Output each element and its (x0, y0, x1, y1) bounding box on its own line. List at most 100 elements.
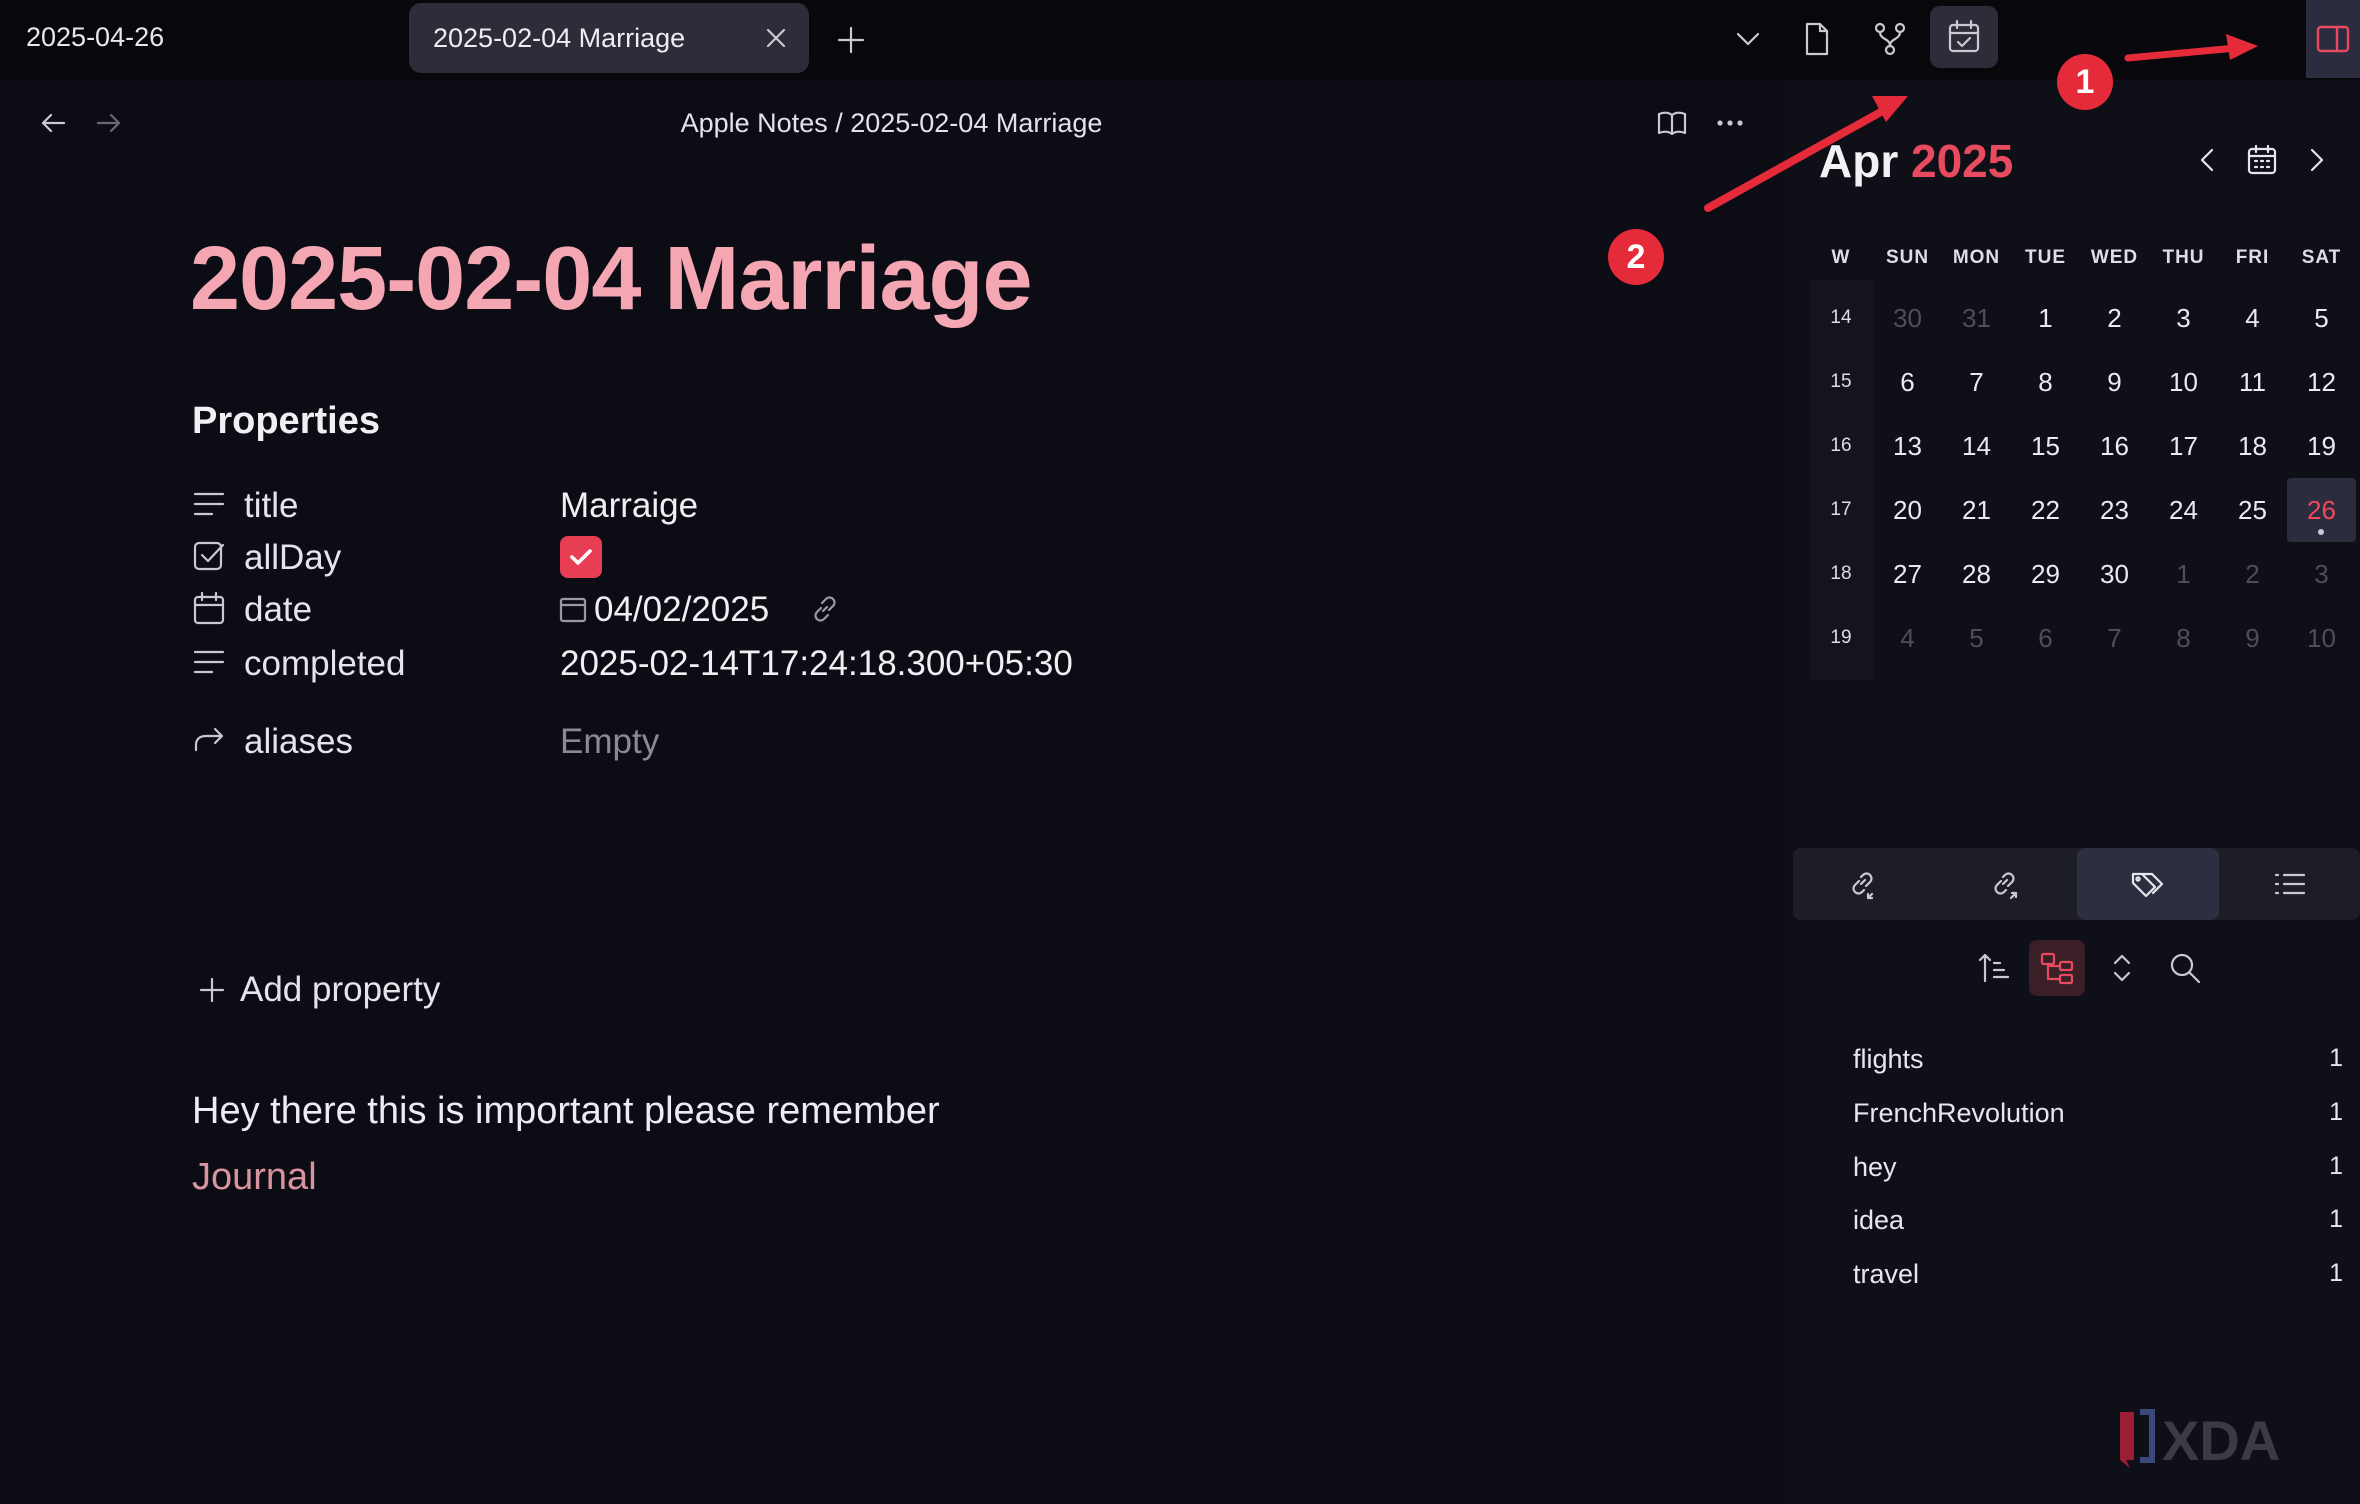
calendar-week-number[interactable]: 15 (1809, 350, 1873, 414)
calendar-day[interactable]: 28 (1942, 542, 2011, 606)
next-month-icon[interactable] (2298, 142, 2334, 178)
calendar-day[interactable]: 16 (2080, 414, 2149, 478)
calendar-week-number[interactable]: 19 (1809, 606, 1873, 670)
calendar-day[interactable]: 30 (1873, 286, 1942, 350)
calendar-day[interactable]: 14 (1942, 414, 2011, 478)
calendar-day[interactable]: 10 (2149, 350, 2218, 414)
property-key: aliases (244, 722, 353, 761)
tab-outline[interactable] (2219, 848, 2360, 920)
property-value-empty[interactable]: Empty (560, 722, 659, 762)
calendar-day[interactable]: 13 (1873, 414, 1942, 478)
calendar-day[interactable]: 10 (2287, 606, 2356, 670)
calendar-day[interactable]: 1 (2011, 286, 2080, 350)
close-icon[interactable] (761, 23, 791, 53)
tag-list-item[interactable]: FrenchRevolution 1 (1853, 1092, 2343, 1132)
calendar-day[interactable]: 19 (2287, 414, 2356, 478)
calendar-day[interactable]: 21 (1942, 478, 2011, 542)
new-tab-plus-icon[interactable] (833, 22, 869, 58)
calendar-day[interactable]: 6 (1873, 350, 1942, 414)
calendar-day[interactable]: 22 (2011, 478, 2080, 542)
tab-backlinks[interactable] (1793, 848, 1935, 920)
calendar-day[interactable]: 6 (2011, 606, 2080, 670)
tab-active-note[interactable]: 2025-02-04 Marriage (409, 3, 809, 73)
calendar-day[interactable]: 24 (2149, 478, 2218, 542)
more-options-icon[interactable] (1713, 106, 1747, 140)
link-icon[interactable] (810, 594, 840, 624)
expand-collapse-button[interactable] (2094, 940, 2150, 996)
property-row-date[interactable]: date 04/02/2025 (190, 582, 1190, 636)
tag-list-item[interactable]: idea 1 (1853, 1199, 2343, 1239)
calendar-day[interactable]: 20 (1873, 478, 1942, 542)
property-value[interactable]: 2025-02-14T17:24:18.300+05:30 (560, 644, 1073, 684)
calendar-day[interactable]: 29 (2011, 542, 2080, 606)
plus-icon (199, 977, 225, 1003)
calendar-day[interactable]: 31 (1942, 286, 2011, 350)
tag-list-item[interactable]: hey 1 (1853, 1146, 2343, 1186)
calendar-day[interactable]: 1 (2149, 542, 2218, 606)
calendar-day[interactable]: 8 (2011, 350, 2080, 414)
tags-icon (2131, 872, 2164, 898)
calendar-day[interactable]: 23 (2080, 478, 2149, 542)
graph-icon[interactable] (1869, 18, 1911, 60)
properties-heading[interactable]: Properties (192, 400, 380, 443)
tab-tags[interactable] (2077, 848, 2219, 920)
calendar-day[interactable]: 12 (2287, 350, 2356, 414)
add-property-button[interactable]: Add property (196, 964, 596, 1014)
allday-checkbox[interactable] (560, 536, 602, 578)
calendar-day-today[interactable]: 26 (2287, 478, 2356, 542)
calendar-day[interactable]: 4 (2218, 286, 2287, 350)
calendar-day[interactable]: 9 (2080, 350, 2149, 414)
previous-month-icon[interactable] (2190, 142, 2226, 178)
calendar-day[interactable]: 17 (2149, 414, 2218, 478)
tag-name: hey (1853, 1152, 1897, 1182)
tag-list-item[interactable]: flights 1 (1853, 1038, 2343, 1078)
annotation-badge-1: 1 (2057, 54, 2113, 110)
property-row-completed[interactable]: completed 2025-02-14T17:24:18.300+05:30 (190, 636, 1190, 690)
calendar-day[interactable]: 7 (2080, 606, 2149, 670)
reading-view-book-icon[interactable] (1655, 106, 1689, 140)
note-body-text[interactable]: Hey there this is important please remem… (192, 1090, 940, 1133)
calendar-view-button[interactable] (1930, 6, 1998, 68)
calendar-day[interactable]: 5 (1942, 606, 2011, 670)
text-lines-icon (193, 650, 225, 674)
calendar-day[interactable]: 2 (2080, 286, 2149, 350)
calendar-week-number[interactable]: 17 (1809, 478, 1873, 542)
calendar-week-number[interactable]: 14 (1809, 286, 1873, 350)
calendar-day[interactable]: 3 (2287, 542, 2356, 606)
chevron-down-icon[interactable] (1727, 18, 1769, 60)
right-sidebar-toggle-button[interactable] (2306, 0, 2360, 78)
calendar-day[interactable]: 30 (2080, 542, 2149, 606)
calendar-day[interactable]: 4 (1873, 606, 1942, 670)
property-value[interactable]: 04/02/2025 (594, 590, 769, 630)
sidebar-panel-tabs (1793, 848, 2360, 920)
tag-list-item[interactable]: travel 1 (1853, 1253, 2343, 1293)
calendar-week-number[interactable]: 16 (1809, 414, 1873, 478)
property-row-allday[interactable]: allDay (190, 530, 1190, 584)
date-picker-icon[interactable] (558, 594, 588, 624)
outline-icon (2274, 873, 2306, 895)
calendar-today-icon[interactable] (2244, 142, 2280, 178)
breadcrumb[interactable]: Apple Notes / 2025-02-04 Marriage (0, 108, 1783, 139)
calendar-day[interactable]: 15 (2011, 414, 2080, 478)
calendar-day[interactable]: 25 (2218, 478, 2287, 542)
tree-view-button[interactable] (2029, 940, 2085, 996)
calendar-day[interactable]: 9 (2218, 606, 2287, 670)
calendar-day[interactable]: 8 (2149, 606, 2218, 670)
calendar-day[interactable]: 11 (2218, 350, 2287, 414)
calendar-day[interactable]: 27 (1873, 542, 1942, 606)
property-row-title[interactable]: title Marraige (190, 478, 1190, 532)
journal-tag-link[interactable]: Journal (192, 1156, 317, 1199)
calendar-day[interactable]: 3 (2149, 286, 2218, 350)
note-title[interactable]: 2025-02-04 Marriage (190, 228, 1033, 331)
file-icon[interactable] (1795, 18, 1837, 60)
property-row-aliases[interactable]: aliases Empty (190, 714, 1190, 768)
sort-tags-button[interactable] (1966, 940, 2022, 996)
search-tags-button[interactable] (2157, 940, 2213, 996)
calendar-day[interactable]: 18 (2218, 414, 2287, 478)
calendar-day[interactable]: 5 (2287, 286, 2356, 350)
property-value[interactable]: Marraige (560, 486, 698, 526)
calendar-week-number[interactable]: 18 (1809, 542, 1873, 606)
calendar-day[interactable]: 2 (2218, 542, 2287, 606)
calendar-day[interactable]: 7 (1942, 350, 2011, 414)
tab-outgoing-links[interactable] (1935, 848, 2077, 920)
